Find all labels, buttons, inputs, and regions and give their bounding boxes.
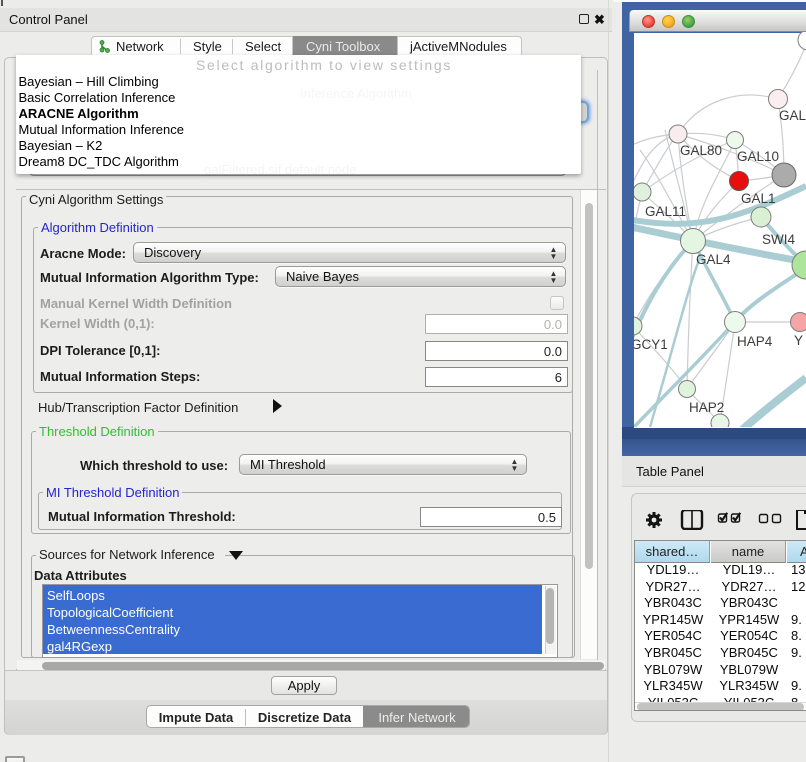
- svg-text:GAL1: GAL1: [741, 191, 776, 206]
- svg-text:GAL4: GAL4: [696, 252, 731, 267]
- svg-text:SWI4: SWI4: [762, 232, 795, 247]
- svg-text:GAL10: GAL10: [737, 149, 779, 164]
- svg-text:Y: Y: [794, 333, 803, 348]
- svg-text:HAP2: HAP2: [689, 400, 724, 415]
- svg-text:GAL80: GAL80: [680, 143, 722, 158]
- svg-text:HAP4: HAP4: [737, 334, 773, 349]
- svg-text:GAL: GAL: [779, 108, 806, 123]
- svg-text:GAL11: GAL11: [645, 204, 686, 219]
- svg-text:GCY1: GCY1: [634, 337, 668, 352]
